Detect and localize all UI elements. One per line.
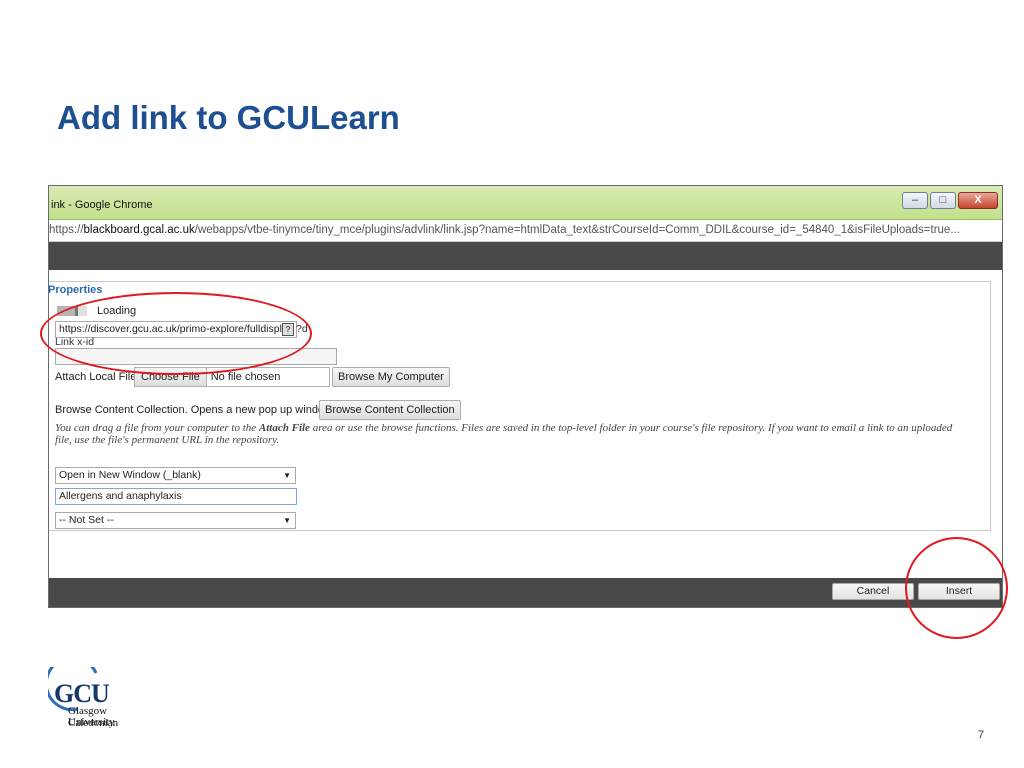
browse-content-collection-button[interactable]: Browse Content Collection: [319, 400, 461, 420]
no-file-chosen-text: No file chosen: [210, 371, 281, 383]
link-xid-label: Link x-id: [55, 336, 95, 348]
address-bar[interactable]: https://blackboard.gcal.ac.uk/webapps/vt…: [49, 220, 1002, 242]
target-window-value: Open in New Window (_blank): [59, 469, 201, 481]
minimize-button[interactable]: –: [902, 192, 928, 209]
window-title: ink - Google Chrome: [51, 199, 153, 211]
loading-indicator: Loading: [57, 305, 136, 317]
maximize-button[interactable]: □: [930, 192, 956, 209]
link-name-input[interactable]: Allergens and anaphylaxis: [55, 488, 297, 505]
file-picker[interactable]: Choose File No file chosen: [134, 367, 330, 387]
window-titlebar: ink - Google Chrome – □ X: [49, 186, 1002, 220]
choose-file-button[interactable]: Choose File: [135, 368, 207, 386]
properties-legend: Properties: [49, 284, 106, 296]
browser-popup-window: ink - Google Chrome – □ X https://blackb…: [48, 185, 1003, 608]
attach-file-label: Attach Local File: [55, 371, 137, 383]
link-url-value: https://discover.gcu.ac.uk/primo-explore…: [59, 323, 288, 335]
dropdown-arrow-icon: ▼: [283, 471, 291, 480]
class-select[interactable]: -- Not Set -- ▼: [55, 512, 296, 529]
close-button[interactable]: X: [958, 192, 998, 209]
link-url-tail: ?d: [296, 323, 308, 335]
gcu-logo: GCU Glasgow Caledonian University: [46, 665, 158, 729]
browse-my-computer-button[interactable]: Browse My Computer: [332, 367, 450, 387]
dialog-content: Properties Loading https://discover.gcu.…: [49, 270, 1002, 578]
help-text: You can drag a file from your computer t…: [55, 422, 953, 446]
logo-line2: University: [68, 716, 115, 728]
link-xid-input[interactable]: [55, 348, 337, 365]
properties-fieldset: Properties Loading https://discover.gcu.…: [49, 281, 991, 531]
dialog-footer-bar: Cancel Insert: [49, 578, 1002, 607]
dialog-header-bar: [49, 242, 1002, 270]
window-controls: – □ X: [902, 192, 998, 209]
slide-title: Add link to GCULearn: [57, 99, 400, 136]
insert-button[interactable]: Insert: [918, 583, 1000, 600]
link-name-value: Allergens and anaphylaxis: [59, 490, 182, 502]
browse-collection-text: Browse Content Collection. Opens a new p…: [55, 404, 335, 416]
page-number: 7: [978, 729, 985, 741]
url-path: /webapps/vtbe-tinymce/tiny_mce/plugins/a…: [194, 224, 960, 236]
url-host: blackboard.gcal.ac.uk: [83, 224, 195, 236]
cancel-button[interactable]: Cancel: [832, 583, 914, 600]
dropdown-arrow-icon: ▼: [283, 516, 291, 525]
loading-label: Loading: [97, 305, 137, 317]
target-window-select[interactable]: Open in New Window (_blank) ▼: [55, 467, 296, 484]
loading-bar: [57, 306, 87, 316]
class-value: -- Not Set --: [59, 514, 114, 526]
url-scheme: https://: [49, 224, 84, 236]
url-help-icon[interactable]: ?: [282, 323, 294, 336]
